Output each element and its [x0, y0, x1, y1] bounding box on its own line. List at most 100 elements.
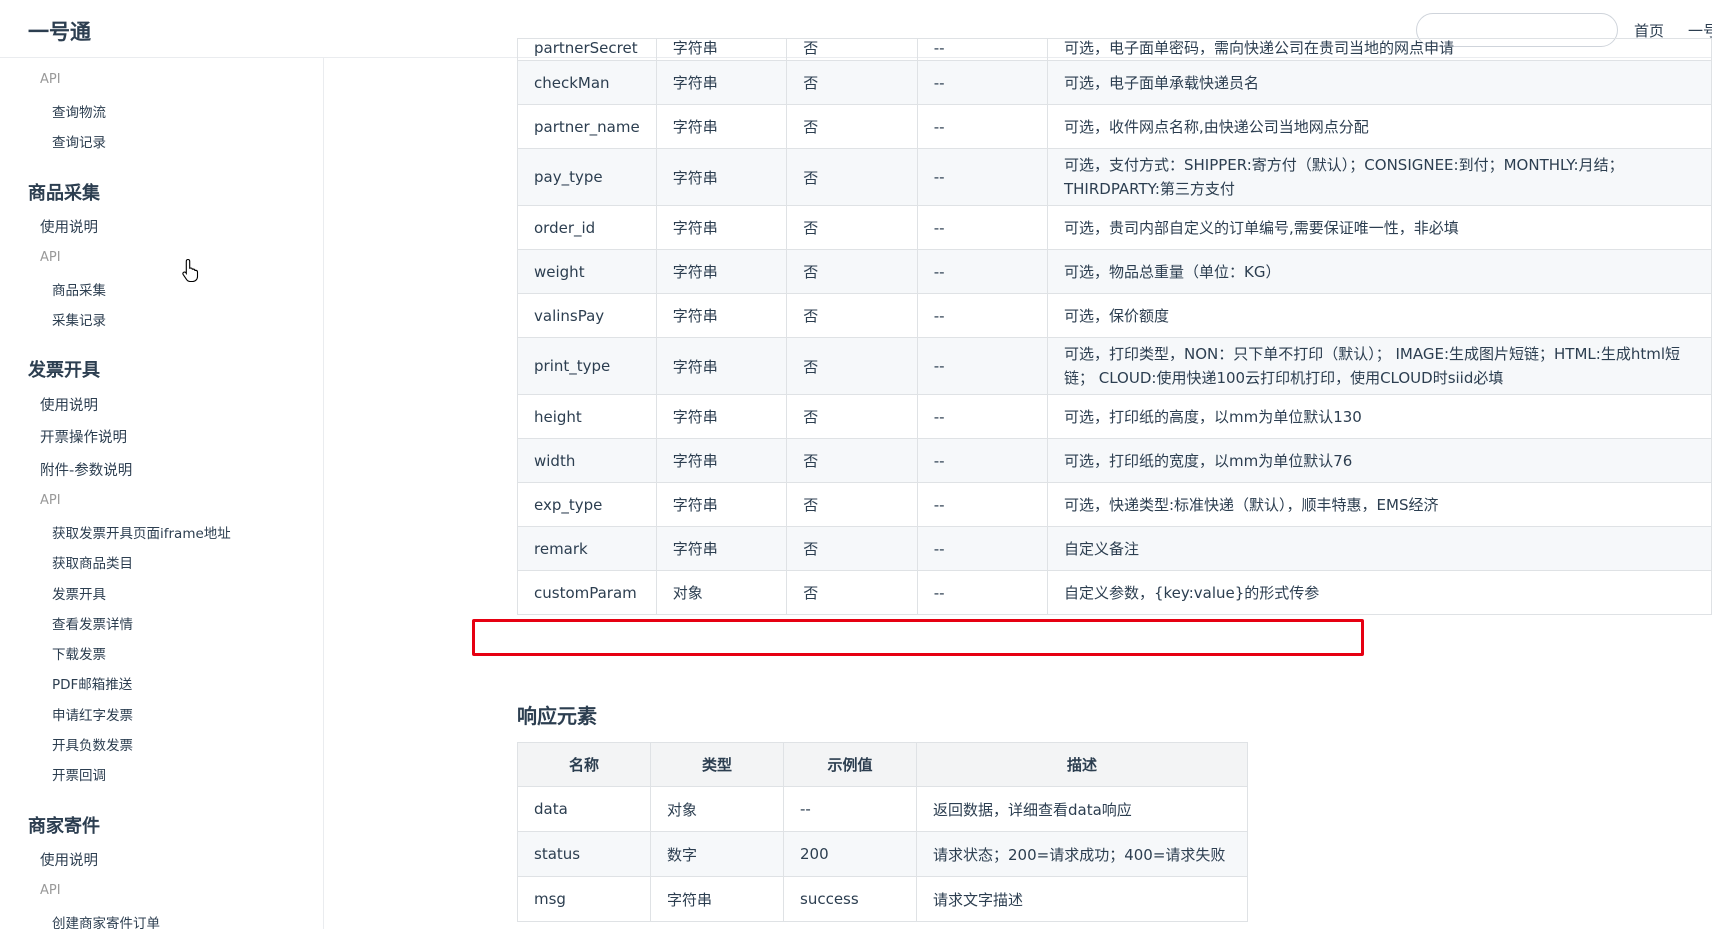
param-type: 字符串: [655, 60, 788, 105]
table-row: print_type 字符串 否 -- 可选，打印类型，NON：只下单不打印（默…: [517, 337, 1712, 395]
param-required: 否: [786, 482, 918, 527]
param-type: 字符串: [655, 482, 788, 527]
sidebar-item-collect-records[interactable]: 采集记录: [52, 309, 106, 329]
resp-description: 请求状态；200=请求成功；400=请求失败: [916, 831, 1248, 877]
param-example: --: [916, 205, 1048, 250]
param-name: customParam: [517, 570, 657, 615]
response-section-title: 响应元素: [517, 704, 597, 728]
param-type: 字符串: [655, 249, 788, 294]
resp-example: 200: [783, 831, 917, 877]
header-type: 类型: [650, 742, 784, 787]
param-example: --: [916, 337, 1048, 395]
param-required: 否: [786, 60, 918, 105]
table-row: width 字符串 否 -- 可选，打印纸的宽度，以mm为单位默认76: [517, 438, 1712, 483]
table-row: partner_name 字符串 否 -- 可选，收件网点名称,由快递公司当地网…: [517, 104, 1712, 149]
sidebar-item-invoice-issue[interactable]: 发票开具: [52, 583, 106, 603]
param-example: --: [916, 249, 1048, 294]
param-example: --: [916, 526, 1048, 571]
table-row: pay_type 字符串 否 -- 可选，支付方式：SHIPPER:寄方付（默认…: [517, 148, 1712, 206]
param-example: --: [916, 104, 1048, 149]
table-row: remark 字符串 否 -- 自定义备注: [517, 526, 1712, 571]
resp-example: success: [783, 876, 917, 922]
hand-cursor-icon: [182, 258, 199, 282]
table-row: msg 字符串 success 请求文字描述: [517, 876, 1248, 922]
param-description: 可选，贵司内部自定义的订单编号,需要保证唯一性，非必填: [1046, 205, 1712, 250]
sidebar-item-product-category[interactable]: 获取商品类目: [52, 552, 133, 572]
table-row: customParam 对象 否 -- 自定义参数，{key:value}的形式…: [517, 570, 1712, 615]
param-name: remark: [517, 526, 657, 571]
param-name: checkMan: [517, 60, 657, 105]
param-required: 否: [786, 205, 918, 250]
param-required: 否: [786, 104, 918, 149]
header-description: 描述: [916, 742, 1248, 787]
param-type: 对象: [655, 570, 788, 615]
param-name: width: [517, 438, 657, 483]
sidebar-item-query-logistics[interactable]: 查询物流: [52, 101, 106, 121]
table-row: data 对象 -- 返回数据，详细查看data响应: [517, 786, 1248, 832]
param-description: 可选，保价额度: [1046, 293, 1712, 338]
param-description: 可选，收件网点名称,由快递公司当地网点分配: [1046, 104, 1712, 149]
sidebar-api-label: API: [40, 72, 61, 87]
param-description: 可选，快递类型:标准快递（默认），顺丰特惠，EMS经济: [1046, 482, 1712, 527]
sidebar-item-invoice-detail[interactable]: 查看发票详情: [52, 613, 133, 633]
param-description: 自定义参数，{key:value}的形式传参: [1046, 570, 1712, 615]
sidebar-group-invoice[interactable]: 发票开具: [28, 356, 100, 382]
param-example: --: [916, 293, 1048, 338]
resp-name: data: [517, 786, 651, 832]
param-name: partner_name: [517, 104, 657, 149]
sidebar-item-download-invoice[interactable]: 下载发票: [52, 643, 106, 663]
resp-type: 对象: [650, 786, 784, 832]
param-type: 字符串: [655, 38, 788, 61]
param-type: 字符串: [655, 148, 788, 206]
sidebar-item-param-notes[interactable]: 附件-参数说明: [40, 459, 132, 480]
param-required: 否: [786, 394, 918, 439]
param-example: --: [916, 38, 1048, 61]
param-name: partnerSecret: [517, 38, 657, 61]
table-row: checkMan 字符串 否 -- 可选，电子面单承载快递员名: [517, 60, 1712, 105]
sidebar-item-invoice-operation[interactable]: 开票操作说明: [40, 426, 127, 447]
sidebar-item-usage[interactable]: 使用说明: [40, 849, 98, 870]
param-required: 否: [786, 293, 918, 338]
sidebar-item-negative-invoice[interactable]: 开具负数发票: [52, 734, 133, 754]
param-name: order_id: [517, 205, 657, 250]
resp-description: 请求文字描述: [916, 876, 1248, 922]
param-required: 否: [786, 570, 918, 615]
sidebar-item-usage[interactable]: 使用说明: [40, 216, 98, 237]
table-row: status 数字 200 请求状态；200=请求成功；400=请求失败: [517, 831, 1248, 877]
param-required: 否: [786, 38, 918, 61]
param-required: 否: [786, 337, 918, 395]
param-type: 字符串: [655, 293, 788, 338]
param-required: 否: [786, 526, 918, 571]
sidebar: API 查询物流 查询记录 商品采集 使用说明 API 商品采集 采集记录 发票…: [0, 58, 324, 929]
param-description: 可选，电子面单密码，需向快递公司在贵司当地的网点申请: [1046, 38, 1712, 61]
param-name: exp_type: [517, 482, 657, 527]
param-name: pay_type: [517, 148, 657, 206]
sidebar-item-invoice-callback[interactable]: 开票回调: [52, 764, 106, 784]
param-description: 可选，打印纸的宽度，以mm为单位默认76: [1046, 438, 1712, 483]
param-description: 自定义备注: [1046, 526, 1712, 571]
param-type: 字符串: [655, 394, 788, 439]
sidebar-item-usage[interactable]: 使用说明: [40, 394, 98, 415]
param-type: 字符串: [655, 337, 788, 395]
param-example: --: [916, 482, 1048, 527]
sidebar-item-red-invoice[interactable]: 申请红字发票: [52, 704, 133, 724]
param-name: weight: [517, 249, 657, 294]
resp-example: --: [783, 786, 917, 832]
sidebar-item-query-records[interactable]: 查询记录: [52, 131, 106, 151]
site-logo[interactable]: 一号通: [28, 16, 91, 46]
sidebar-group-product-collect[interactable]: 商品采集: [28, 179, 100, 205]
sidebar-item-pdf-email[interactable]: PDF邮箱推送: [52, 673, 132, 693]
sidebar-api-label: API: [40, 883, 61, 898]
param-type: 字符串: [655, 438, 788, 483]
sidebar-item-invoice-iframe[interactable]: 获取发票开具页面iframe地址: [52, 522, 231, 542]
param-example: --: [916, 570, 1048, 615]
param-description: 可选，支付方式：SHIPPER:寄方付（默认）；CONSIGNEE:到付；MON…: [1046, 148, 1712, 206]
param-example: --: [916, 148, 1048, 206]
sidebar-group-merchant-ship[interactable]: 商家寄件: [28, 812, 100, 838]
table-row: weight 字符串 否 -- 可选，物品总重量（单位：KG）: [517, 249, 1712, 294]
param-example: --: [916, 60, 1048, 105]
sidebar-item-create-merchant-order[interactable]: 创建商家寄件订单: [52, 912, 160, 929]
sidebar-item-product-collect[interactable]: 商品采集: [52, 279, 106, 299]
table-row: partnerSecret 字符串 否 -- 可选，电子面单密码，需向快递公司在…: [517, 38, 1712, 61]
highlight-box: [472, 619, 1364, 656]
